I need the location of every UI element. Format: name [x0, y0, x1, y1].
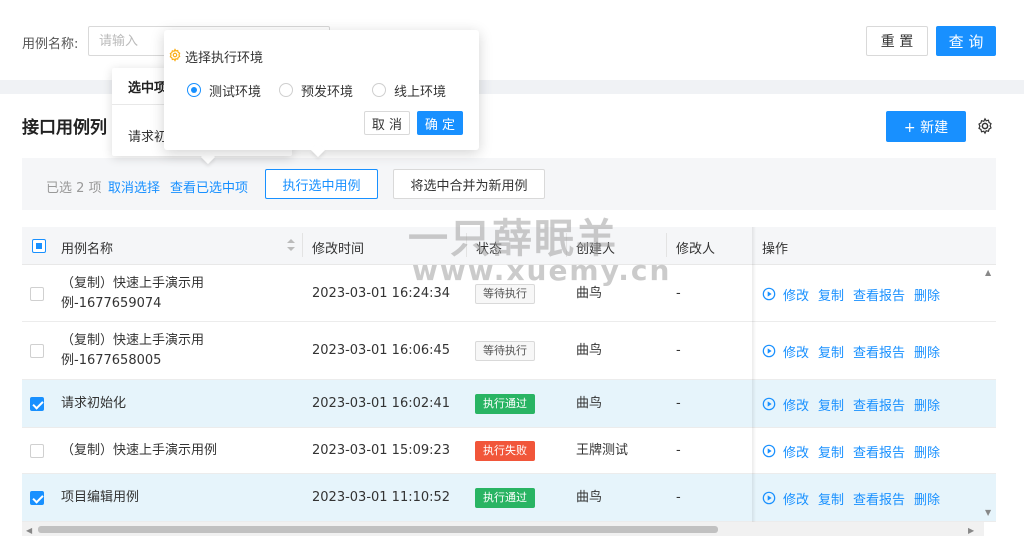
scroll-left-arrow[interactable]: ◀	[26, 526, 32, 535]
status-badge: 等待执行	[475, 284, 535, 304]
case-name[interactable]: 请求初始化	[61, 394, 261, 414]
env-confirm-button[interactable]: 确 定	[417, 111, 463, 135]
modified-time: 2023-03-01 15:09:23	[312, 443, 451, 458]
header-modifier: 修改人	[676, 242, 716, 257]
status-badge: 执行失败	[475, 441, 535, 461]
copy-link[interactable]: 复制	[818, 489, 844, 508]
execute-icon[interactable]	[762, 444, 776, 458]
row-checkbox[interactable]	[30, 344, 44, 358]
creator: 曲鸟	[576, 396, 603, 411]
modifier: -	[676, 343, 681, 358]
radio-label-test-env[interactable]: 测试环境	[209, 81, 261, 100]
page-title: 接口用例列	[22, 118, 107, 138]
copy-link[interactable]: 复制	[818, 442, 844, 461]
status-badge: 执行通过	[475, 394, 535, 414]
radio-label-staging-env[interactable]: 预发环境	[301, 81, 353, 100]
vertical-scrollbar[interactable]: ▲ ▼	[984, 266, 994, 520]
view-report-link[interactable]: 查看报告	[853, 489, 905, 508]
creator: 曲鸟	[576, 286, 603, 301]
radio-prod-env[interactable]	[372, 83, 386, 97]
copy-link[interactable]: 复制	[818, 395, 844, 414]
merge-selected-button[interactable]: 将选中合并为新用例	[393, 169, 545, 199]
status-badge: 等待执行	[475, 341, 535, 361]
edit-link[interactable]: 修改	[783, 442, 809, 461]
env-cancel-button[interactable]: 取 消	[364, 111, 410, 135]
row-checkbox[interactable]	[30, 397, 44, 411]
view-selected-link[interactable]: 查看已选中项	[170, 177, 248, 196]
delete-link[interactable]: 删除	[914, 342, 940, 361]
execute-icon[interactable]	[762, 491, 776, 505]
modified-time: 2023-03-01 16:02:41	[312, 396, 451, 411]
execute-selected-button[interactable]: 执行选中用例	[265, 169, 378, 199]
header-operations: 操作	[762, 242, 789, 257]
edit-link[interactable]: 修改	[783, 395, 809, 414]
modifier: -	[676, 396, 681, 411]
selected-items-title: 选中项	[128, 81, 168, 96]
warning-gear-icon	[169, 48, 181, 62]
case-name[interactable]: 项目编辑用例	[61, 488, 261, 508]
delete-link[interactable]: 删除	[914, 285, 940, 304]
edit-link[interactable]: 修改	[783, 489, 809, 508]
modified-time: 2023-03-01 16:24:34	[312, 286, 451, 301]
creator: 曲鸟	[576, 490, 603, 505]
row-checkbox[interactable]	[30, 491, 44, 505]
edit-link[interactable]: 修改	[783, 285, 809, 304]
cancel-selection-link[interactable]: 取消选择	[108, 177, 160, 196]
modifier: -	[676, 286, 681, 301]
new-case-button[interactable]: + 新建	[886, 111, 966, 142]
view-report-link[interactable]: 查看报告	[853, 342, 905, 361]
reset-button[interactable]: 重 置	[866, 26, 928, 56]
delete-link[interactable]: 删除	[914, 442, 940, 461]
execute-icon[interactable]	[762, 287, 776, 301]
horizontal-scroll-thumb[interactable]	[38, 526, 718, 533]
radio-test-env[interactable]	[187, 83, 201, 97]
delete-link[interactable]: 删除	[914, 395, 940, 414]
execute-icon[interactable]	[762, 344, 776, 358]
case-name-label: 用例名称:	[22, 37, 79, 52]
fixed-column-shadow	[752, 227, 756, 522]
radio-staging-env[interactable]	[279, 83, 293, 97]
selected-item[interactable]: 请求初	[128, 126, 167, 145]
header-modified-time: 修改时间	[312, 242, 365, 257]
copy-link[interactable]: 复制	[818, 342, 844, 361]
copy-link[interactable]: 复制	[818, 285, 844, 304]
modified-time: 2023-03-01 16:06:45	[312, 343, 451, 358]
modified-time: 2023-03-01 11:10:52	[312, 490, 451, 505]
query-button[interactable]: 查 询	[936, 26, 996, 56]
watermark-url: www.xuemy.cn	[412, 254, 672, 287]
creator: 曲鸟	[576, 343, 603, 358]
edit-link[interactable]: 修改	[783, 342, 809, 361]
view-report-link[interactable]: 查看报告	[853, 442, 905, 461]
row-checkbox[interactable]	[30, 287, 44, 301]
status-badge: 执行通过	[475, 488, 535, 508]
case-name[interactable]: （复制）快速上手演示用例	[61, 441, 261, 461]
sort-icon[interactable]	[286, 238, 296, 252]
env-popover-title: 选择执行环境	[185, 51, 264, 66]
header-case-name: 用例名称	[61, 242, 114, 257]
case-name[interactable]: （复制）快速上手演示用例-1677658005	[61, 331, 216, 371]
execute-icon[interactable]	[762, 397, 776, 411]
radio-label-prod-env[interactable]: 线上环境	[394, 81, 446, 100]
delete-link[interactable]: 删除	[914, 489, 940, 508]
creator: 王牌测试	[576, 443, 629, 458]
case-name[interactable]: （复制）快速上手演示用例-1677659074	[61, 274, 216, 314]
row-checkbox[interactable]	[30, 444, 44, 458]
view-report-link[interactable]: 查看报告	[853, 395, 905, 414]
modifier: -	[676, 490, 681, 505]
view-report-link[interactable]: 查看报告	[853, 285, 905, 304]
selected-count: 已选 2 项	[46, 181, 102, 196]
scroll-right-arrow[interactable]: ▶	[968, 526, 974, 535]
settings-gear-icon[interactable]	[976, 117, 994, 135]
modifier: -	[676, 443, 681, 458]
select-all-checkbox[interactable]	[32, 239, 46, 253]
